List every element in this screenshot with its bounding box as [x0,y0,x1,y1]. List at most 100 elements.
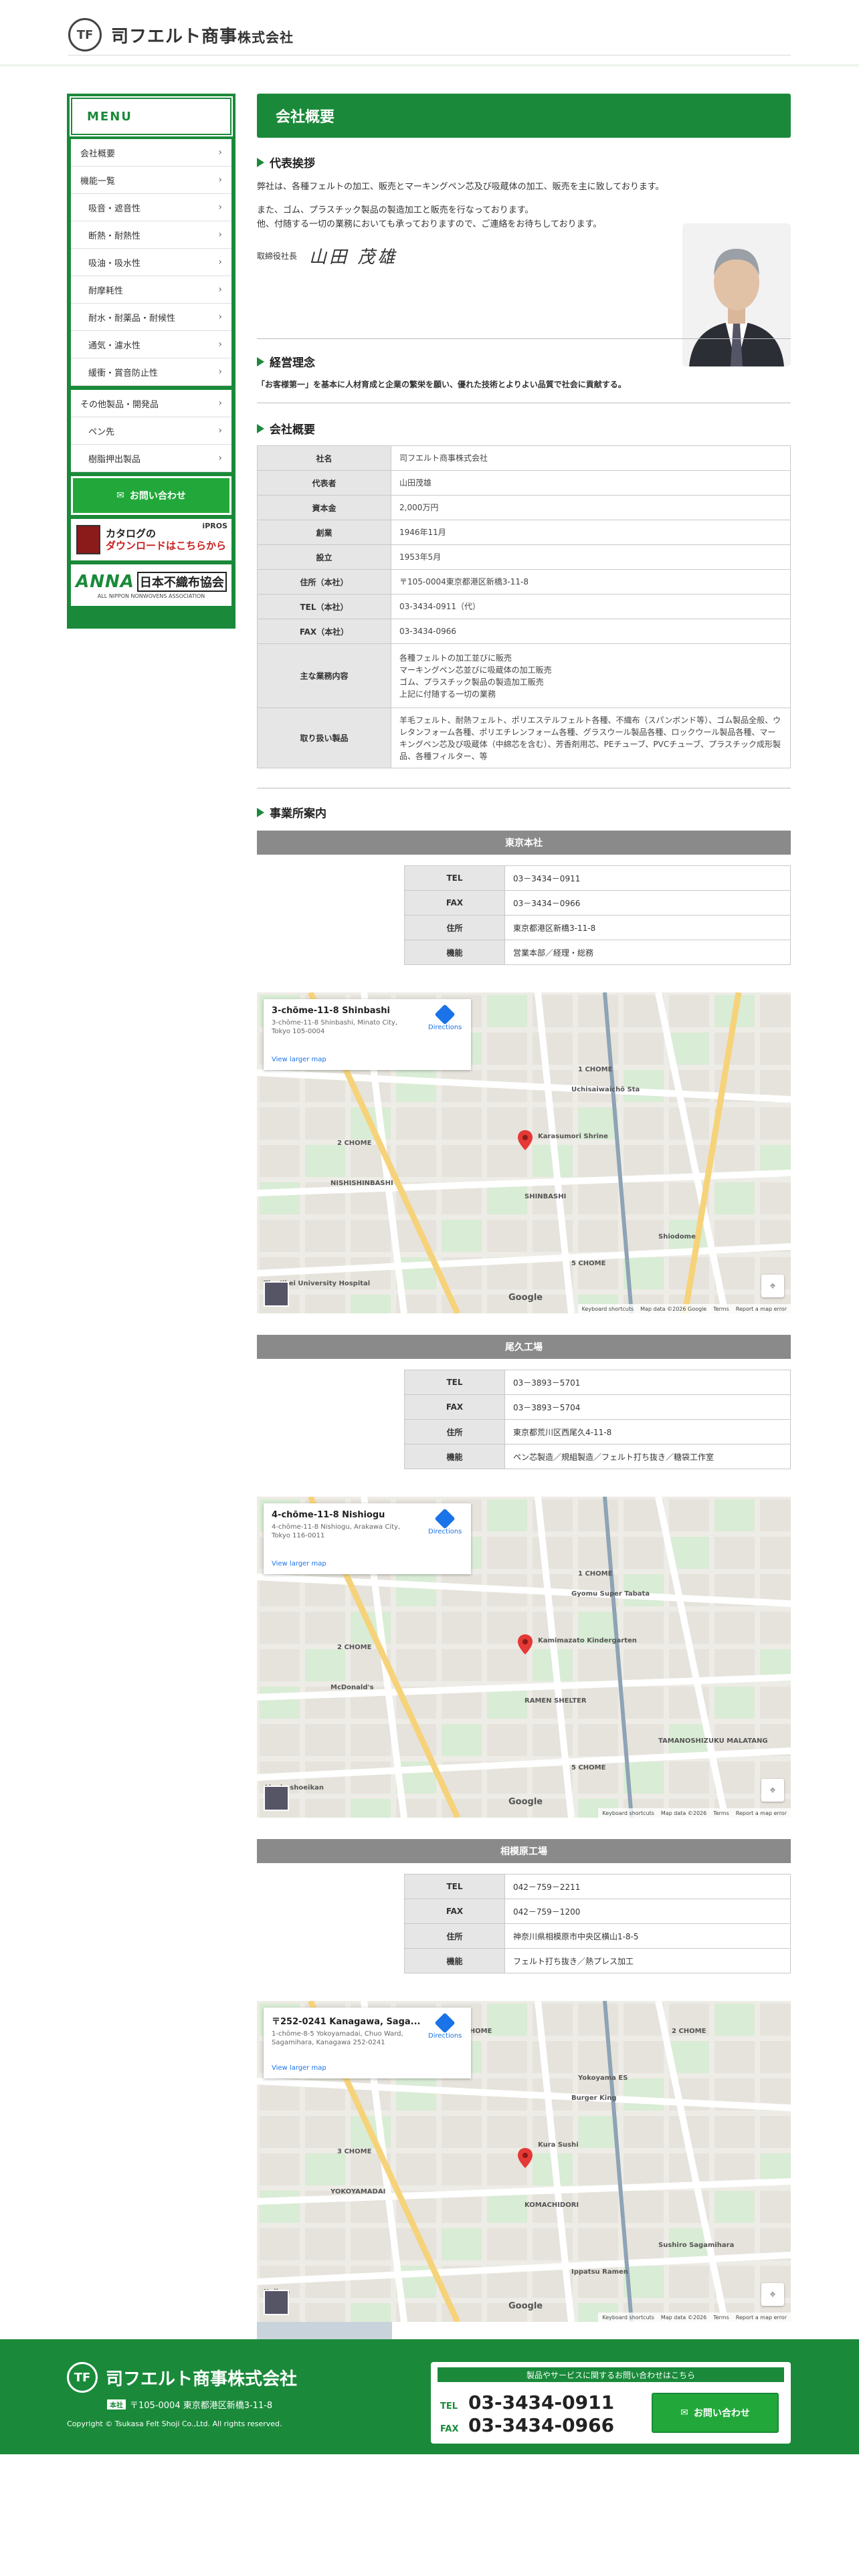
menu-title: MENU [70,96,233,136]
map-attribution: Keyboard shortcuts Map data ©2026 Terms Rep… [598,1808,791,1818]
office-info-row: 住所 東京都荒川区西尾久4-11-8 [404,1419,791,1444]
overview-value-line: 山田茂雄 [399,478,432,488]
map-attribution-item[interactable]: Keyboard shortcuts [602,2315,654,2321]
sidebar-item[interactable]: 通気・濾水性 › [71,331,231,358]
embedded-map[interactable]: RAMEN SHELTER McDonald's TAMANOSHIZUKU MAL… [257,1497,791,1818]
catalog-download-banner[interactable]: カタログの ダウンロードはこちらから iPROS [71,519,231,560]
view-larger-map-link[interactable]: View larger map [272,1560,326,1568]
embedded-map[interactable]: KOMACHIDORI YOKOYAMADAI Sushiro Sagamihara… [257,2001,791,2322]
map-pin-icon[interactable] [518,1130,533,1150]
view-larger-map-link[interactable]: View larger map [272,2064,326,2072]
sidebar-item[interactable]: 断熱・耐熱性 › [71,221,231,249]
map-attribution: Keyboard shortcuts Map data ©2026 Terms Rep… [598,2313,791,2322]
directions-button[interactable]: Directions [428,1508,462,1535]
site-footer: TF 司フエルト商事株式会社 本社 〒105-0004 東京都港区新橋3-11-… [0,2339,859,2454]
overview-section: 会社概要 [257,420,315,437]
catalog-text: カタログの ダウンロードはこちらから [106,528,227,552]
chevron-right-icon: › [218,202,222,213]
map-place-label: SHINBASHI [524,1193,567,1200]
satellite-toggle[interactable] [264,1786,289,1811]
map-place-label: YOKOYAMADAI [330,2188,386,2195]
footer-contact-button[interactable]: ✉ お問い合わせ [652,2393,779,2433]
overview-key: 創業 [257,520,391,545]
office-info-key: TEL [404,1370,505,1395]
greeting-heading: 代表挨拶 [257,154,685,171]
office-info-key: TEL [404,1874,505,1899]
google-logo: Google [508,1797,543,1807]
sidebar-item[interactable]: その他製品・開発品 › [71,390,231,417]
address-tag: 本社 [107,2399,126,2409]
header-divider [68,55,791,56]
sidebar-item[interactable]: 耐水・耐薬品・耐候性 › [71,304,231,331]
overview-key: 主な業務内容 [257,643,391,708]
map-pin-icon[interactable] [518,1634,533,1654]
map-place-address: 4-chōme-11-8 Nishiogu, Arakawa City, Tok… [272,1523,401,1539]
sidebar-item[interactable]: 耐摩耗性 › [71,276,231,304]
satellite-toggle[interactable] [264,2290,289,2315]
logo-mark-icon: TF [68,18,102,51]
map-camera-control-icon[interactable]: ⌖ [761,1779,784,1802]
view-larger-map-link[interactable]: View larger map [272,1056,326,1063]
tel-label: TEL [440,2401,458,2411]
directions-icon [434,1004,456,1025]
directions-label: Directions [428,1528,462,1535]
map-info-card: 〒252-0241 Kanagawa, Saga... 1-chōme-8-5 Y… [264,2008,471,2078]
site-logo[interactable]: TF 司フエルト商事株式会社 [68,15,294,55]
sidebar-item[interactable]: ペン先 › [71,417,231,445]
offices-section: 事業所案内 [257,804,326,821]
overview-heading: 会社概要 [257,420,315,437]
map-attribution-item[interactable]: Keyboard shortcuts [582,1306,634,1312]
map-camera-control-icon[interactable]: ⌖ [761,1275,784,1297]
overview-table: 社名 司フエルト商事株式会社 代表者 山田茂雄 資本金 2,000万円 創業 1946年11月… [257,445,791,768]
fax-label: FAX [440,2424,459,2434]
footer-logo[interactable]: TF 司フエルト商事株式会社 [67,2362,297,2393]
map-attribution-item[interactable]: Report a map error [736,1306,787,1312]
map-place-label: KOMACHIDORI [524,2202,579,2209]
catalog-book-icon [76,525,100,554]
map-attribution-item: Map data ©2026 [660,1810,707,1816]
satellite-toggle[interactable] [264,1281,289,1307]
sidebar-item[interactable]: 吸油・吸水性 › [71,249,231,276]
map-pin-icon[interactable] [518,2148,533,2168]
office-info-value: ペン芯製造／規組製造／フェルト打ち抜き／糖袋工作室 [504,1444,791,1469]
directions-button[interactable]: Directions [428,1004,462,1031]
sidebar-item[interactable]: 樹脂押出製品 › [71,445,231,472]
sidebar-item-label: 吸油・吸水性 [88,258,141,269]
directions-button[interactable]: Directions [428,2012,462,2040]
sidebar-item[interactable]: 機能一覧 › [71,167,231,194]
sidebar-item-label: 耐摩耗性 [88,286,124,296]
contact-button-label: お問い合わせ [693,2408,750,2419]
map-camera-control-icon[interactable]: ⌖ [761,2283,784,2306]
overview-row: 代表者 山田茂雄 [257,470,791,496]
office-info-row: 住所 東京都港区新橋3-11-8 [404,915,791,940]
overview-value-line: ゴム、プラスチック製品の製造加工販売 [399,677,544,687]
sidebar-item[interactable]: 緩衝・賞音防止性 › [71,358,231,386]
map-attribution-item[interactable]: Report a map error [736,1810,787,1816]
map-attribution-item[interactable]: Terms [713,1306,729,1312]
chevron-right-icon: › [218,398,222,409]
tel-number[interactable]: 03-3434-0911 [468,2391,614,2414]
directions-icon [434,2012,456,2034]
office-info-row: FAX 03－3893－5704 [404,1394,791,1420]
map-attribution-item[interactable]: Report a map error [736,2315,787,2321]
sidebar-contact-button[interactable]: ✉ お問い合わせ [71,476,231,515]
mail-icon: ✉ [680,2407,688,2418]
sidebar-item-label: ペン先 [88,427,115,437]
sidebar-item[interactable]: 吸音・遮音性 › [71,194,231,221]
map-place-label: 2 CHOME [337,1644,372,1651]
map-attribution-item: Map data ©2026 [660,2314,707,2321]
contact-label: お問い合わせ [129,491,186,502]
map-attribution-item[interactable]: Keyboard shortcuts [602,1810,654,1816]
embedded-map[interactable]: SHINBASHI NISHISHINBASHI Shiodome Karasumor… [257,992,791,1313]
map-attribution-item[interactable]: Terms [713,1810,729,1816]
office-info-key: 住所 [404,1923,505,1949]
overview-row: 取り扱い製品 羊毛フェルト、耐熱フェルト、ポリエステルフェルト各種、不織布（スパン… [257,708,791,768]
office-info-row: TEL 03－3893－5701 [404,1370,791,1395]
anna-banner[interactable]: ANNA 日本不織布協会 ALL NIPPON NONWOVENS ASSOCI… [71,564,231,606]
page-title: 会社概要 [257,94,791,138]
overview-value-line: 1953年5月 [399,552,442,562]
office-info-value: 03－3893－5701 [504,1370,791,1395]
sidebar-item[interactable]: 会社概要 › [71,139,231,167]
sidebar-item-label: 樹脂押出製品 [88,454,141,465]
map-attribution-item[interactable]: Terms [713,2315,729,2321]
